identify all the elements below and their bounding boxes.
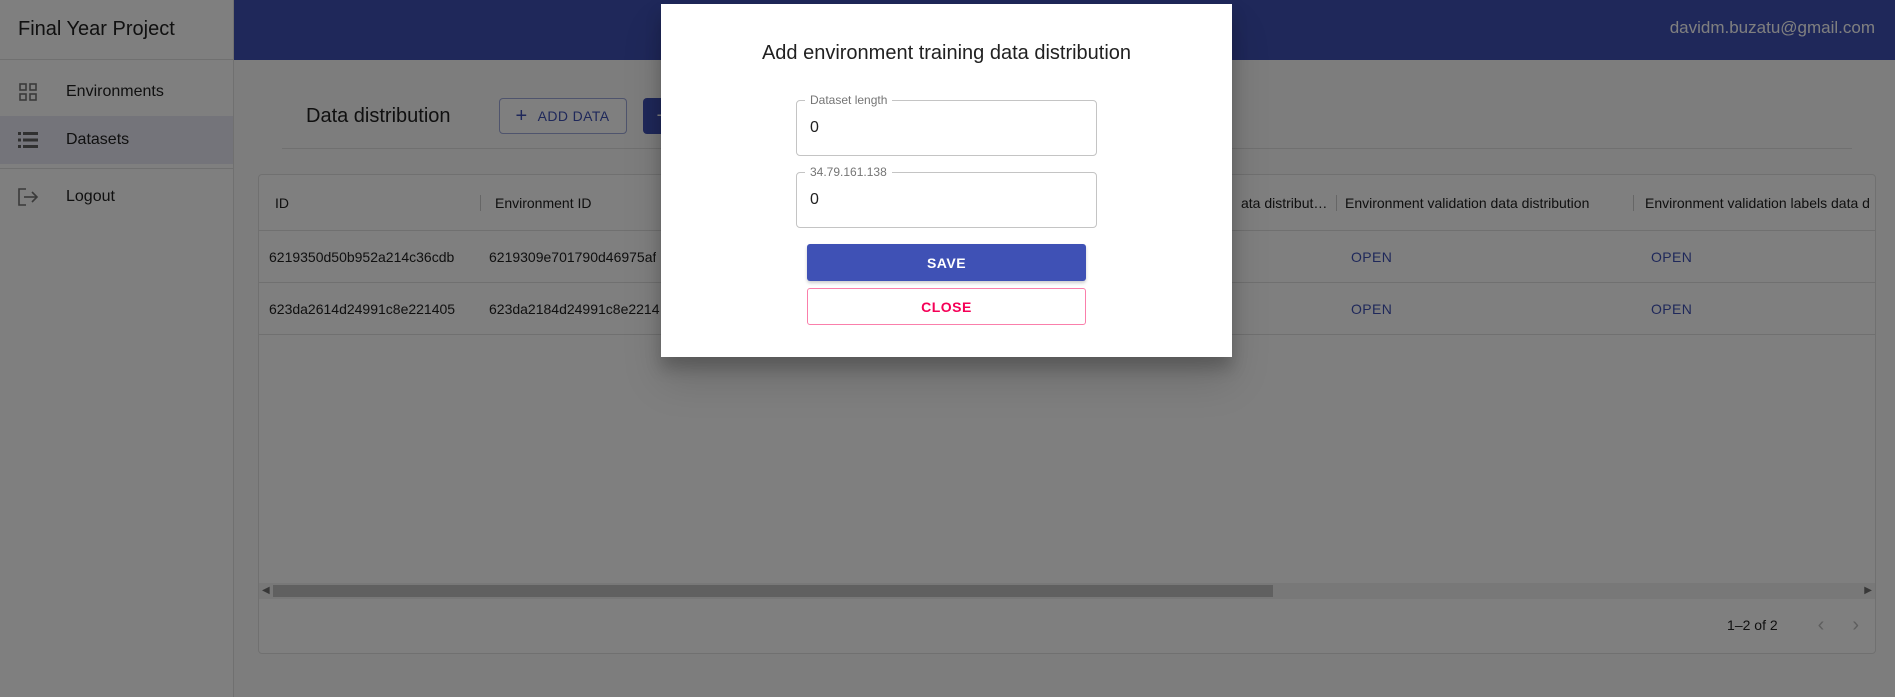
dataset-length-field: Dataset length — [796, 93, 1097, 156]
close-button[interactable]: CLOSE — [807, 288, 1086, 325]
save-button[interactable]: SAVE — [807, 244, 1086, 281]
second-field: 34.79.161.138 — [796, 165, 1097, 228]
dataset-length-input[interactable] — [797, 101, 1096, 155]
second-field-input[interactable] — [797, 173, 1096, 227]
add-distribution-dialog: Add environment training data distributi… — [661, 4, 1232, 357]
dialog-title: Add environment training data distributi… — [761, 42, 1132, 64]
